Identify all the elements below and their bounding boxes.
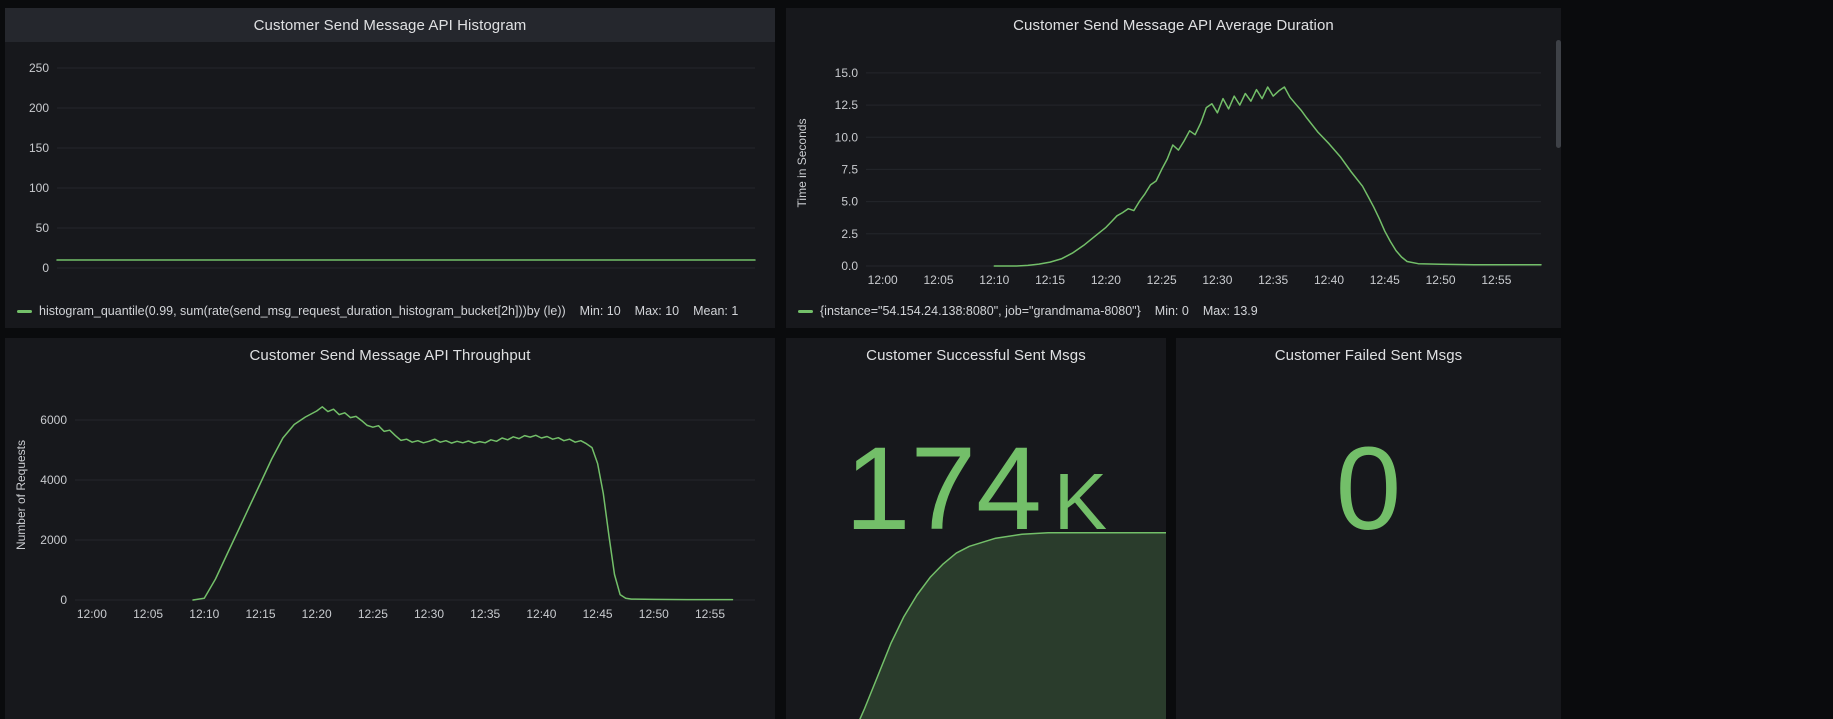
grafana-dashboard: Customer Send Message API Histogram 0 50 1…	[0, 0, 1833, 719]
svg-text:Number of Requests: Number of Requests	[14, 440, 28, 550]
panel-successful-msgs: Customer Successful Sent Msgs 174K	[786, 338, 1166, 719]
svg-text:12:20: 12:20	[1091, 273, 1121, 287]
legend-max: Max: 13.9	[1203, 304, 1258, 318]
svg-text:12:10: 12:10	[979, 273, 1009, 287]
svg-text:7.5: 7.5	[841, 162, 858, 176]
svg-text:12:55: 12:55	[695, 607, 725, 621]
svg-text:12:40: 12:40	[526, 607, 556, 621]
legend-min: Min: 10	[580, 304, 621, 318]
svg-text:12:15: 12:15	[245, 607, 275, 621]
svg-text:12:30: 12:30	[414, 607, 444, 621]
svg-text:12:55: 12:55	[1481, 273, 1511, 287]
panel-avg-duration-header[interactable]: Customer Send Message API Average Durati…	[786, 8, 1561, 42]
series-swatch-icon	[17, 310, 32, 313]
series-swatch-icon	[798, 310, 813, 313]
throughput-chart[interactable]: 0 2000 4000 6000 12:00 12:05 12:10 12:15 12:20 12…	[11, 376, 769, 628]
scrollbar-thumb[interactable]	[1556, 40, 1561, 148]
svg-text:2.5: 2.5	[841, 227, 858, 241]
svg-text:12:50: 12:50	[1426, 273, 1456, 287]
stat-number: 174	[845, 423, 1042, 555]
svg-text:0: 0	[42, 261, 49, 275]
svg-text:4000: 4000	[40, 473, 67, 487]
svg-text:12:35: 12:35	[470, 607, 500, 621]
panel-failed-msgs-title[interactable]: Customer Failed Sent Msgs	[1275, 347, 1463, 364]
svg-text:12:10: 12:10	[189, 607, 219, 621]
histogram-chart[interactable]: 0 50 100 150 200 250	[11, 46, 769, 294]
panel-successful-msgs-title[interactable]: Customer Successful Sent Msgs	[866, 347, 1086, 364]
panel-throughput-title[interactable]: Customer Send Message API Throughput	[250, 347, 531, 364]
svg-text:0.0: 0.0	[841, 259, 858, 273]
panel-throughput-header[interactable]: Customer Send Message API Throughput	[5, 338, 775, 372]
histogram-svg: 0 50 100 150 200 250	[11, 46, 769, 294]
panel-failed-msgs-header[interactable]: Customer Failed Sent Msgs	[1176, 338, 1561, 372]
svg-text:100: 100	[29, 181, 49, 195]
svg-text:250: 250	[29, 61, 49, 75]
panel-histogram-title[interactable]: Customer Send Message API Histogram	[254, 17, 527, 34]
svg-text:12:50: 12:50	[639, 607, 669, 621]
throughput-svg: 0 2000 4000 6000 12:00 12:05 12:10 12:15 12:20 12…	[11, 376, 769, 628]
legend-max: Max: 10	[635, 304, 679, 318]
avg-duration-legend: {instance="54.154.24.138:8080", job="gra…	[798, 298, 1557, 324]
avg_duration-svg: 0.0 2.5 5.0 7.5 10.0 12.5 15.0 12:00 12:05 12:10 1…	[792, 46, 1555, 294]
series-name[interactable]: histogram_quantile(0.99, sum(rate(send_m…	[39, 304, 566, 318]
panel-histogram-header[interactable]: Customer Send Message API Histogram	[5, 8, 775, 42]
panel-histogram: Customer Send Message API Histogram 0 50 1…	[5, 8, 775, 328]
histogram-legend: histogram_quantile(0.99, sum(rate(send_m…	[17, 298, 771, 324]
panel-avg-duration: Customer Send Message API Average Durati…	[786, 8, 1561, 328]
svg-text:150: 150	[29, 141, 49, 155]
svg-text:12:05: 12:05	[923, 273, 953, 287]
legend-min: Min: 0	[1155, 304, 1189, 318]
svg-text:12:00: 12:00	[868, 273, 898, 287]
svg-text:15.0: 15.0	[835, 66, 859, 80]
failed-msgs-value: 0	[1176, 430, 1561, 548]
panel-failed-msgs: Customer Failed Sent Msgs 0	[1176, 338, 1561, 719]
series-name[interactable]: {instance="54.154.24.138:8080", job="gra…	[820, 304, 1141, 318]
svg-text:12:25: 12:25	[1147, 273, 1177, 287]
svg-text:6000: 6000	[40, 413, 67, 427]
stat-number: 0	[1336, 423, 1402, 555]
svg-text:12:25: 12:25	[358, 607, 388, 621]
legend-mean: Mean: 1	[693, 304, 738, 318]
panel-avg-duration-title[interactable]: Customer Send Message API Average Durati…	[1013, 17, 1334, 34]
panel-successful-msgs-header[interactable]: Customer Successful Sent Msgs	[786, 338, 1166, 372]
svg-text:12:20: 12:20	[302, 607, 332, 621]
svg-text:12:05: 12:05	[133, 607, 163, 621]
stat-suffix: K	[1054, 457, 1107, 546]
svg-text:50: 50	[36, 221, 50, 235]
svg-text:200: 200	[29, 101, 49, 115]
svg-text:0: 0	[60, 593, 67, 607]
successful-msgs-value: 174K	[786, 430, 1166, 548]
svg-text:12:45: 12:45	[583, 607, 613, 621]
svg-text:12:15: 12:15	[1035, 273, 1065, 287]
panel-throughput: Customer Send Message API Throughput 0 20…	[5, 338, 775, 719]
svg-text:12:00: 12:00	[77, 607, 107, 621]
svg-text:5.0: 5.0	[841, 195, 858, 209]
svg-text:12:30: 12:30	[1202, 273, 1232, 287]
svg-text:10.0: 10.0	[835, 130, 859, 144]
svg-text:12:35: 12:35	[1258, 273, 1288, 287]
svg-text:12:40: 12:40	[1314, 273, 1344, 287]
svg-text:2000: 2000	[40, 533, 67, 547]
avg-duration-chart[interactable]: 0.0 2.5 5.0 7.5 10.0 12.5 15.0 12:00 12:05 12:10 1…	[792, 46, 1555, 294]
svg-text:12:45: 12:45	[1370, 273, 1400, 287]
svg-text:12.5: 12.5	[835, 98, 859, 112]
svg-text:Time in Seconds: Time in Seconds	[795, 119, 809, 208]
